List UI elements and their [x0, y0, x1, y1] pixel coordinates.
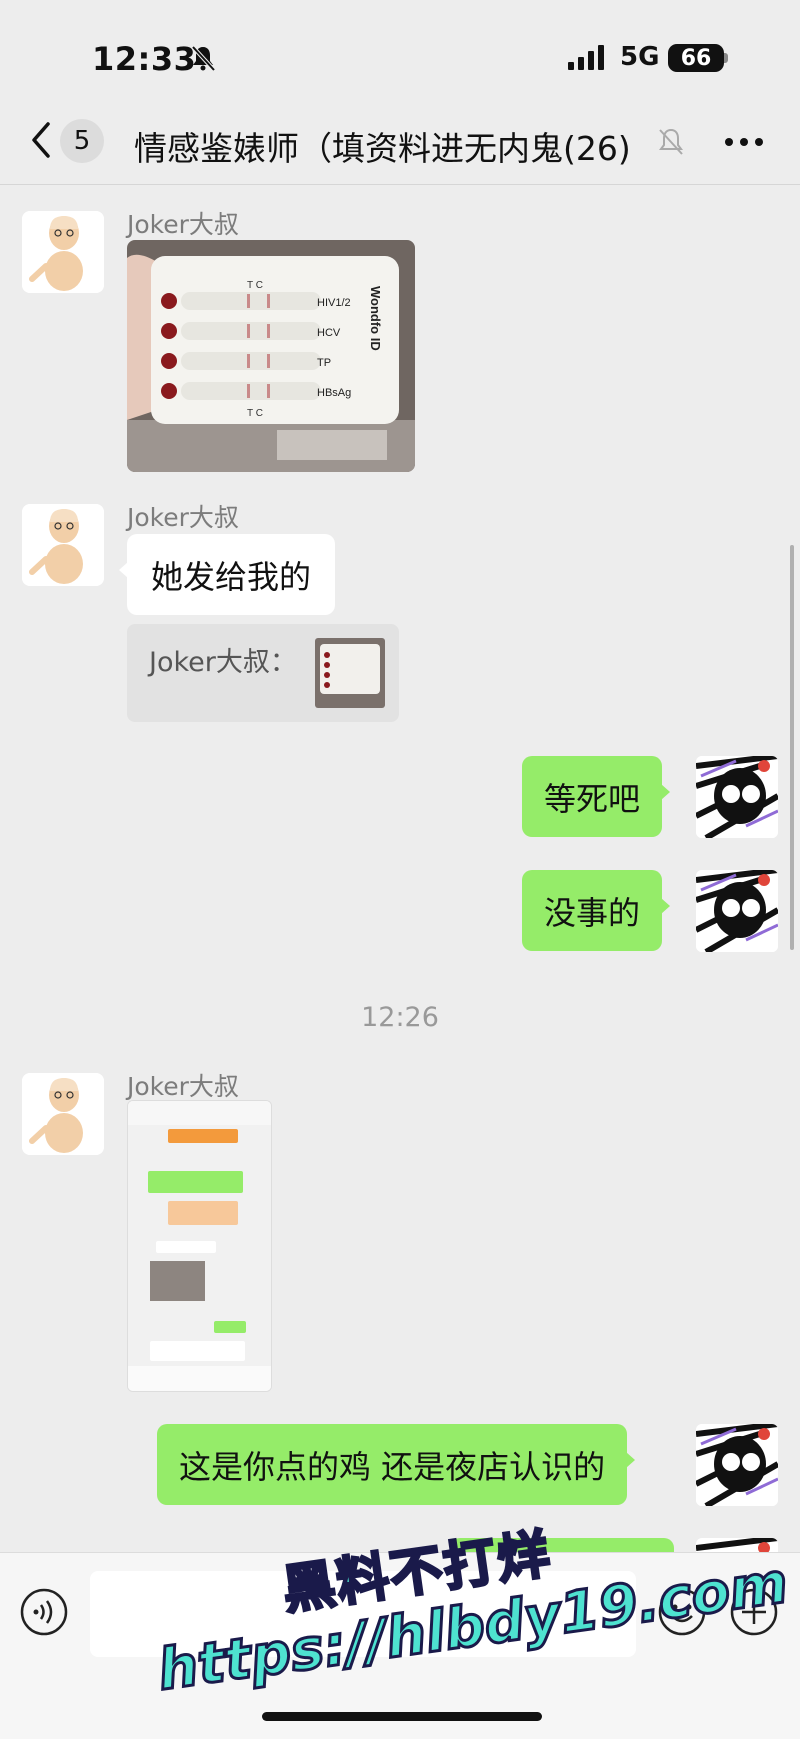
back-icon[interactable]	[26, 118, 56, 162]
bubble-tail	[119, 562, 128, 578]
tc-top-label: T C	[247, 280, 263, 291]
joker-avatar-icon	[22, 504, 104, 586]
test-row-label: HBsAg	[317, 387, 351, 399]
message-text: 她发给我的	[151, 557, 312, 596]
chat-header: 5 情感鉴婊师（填资料进无内鬼(26)	[0, 100, 800, 185]
test-row-label: HIV1/2	[317, 297, 351, 309]
joker-avatar-icon	[22, 211, 104, 293]
more-icon[interactable]	[724, 136, 764, 148]
avatar-self[interactable]	[696, 756, 778, 838]
signal-icon	[568, 45, 604, 70]
voice-icon[interactable]	[20, 1588, 68, 1636]
test-card-image: T C HIV1/2 HCV TP HBsAg T C Wondfo ID	[127, 240, 415, 472]
group-name: 情感鉴婊师（填资料进无内鬼	[134, 129, 563, 168]
message-bubble[interactable]: 她发给我的	[119, 534, 336, 615]
screenshot-content	[128, 1101, 271, 1391]
network-type: 5G	[620, 42, 660, 72]
joker-avatar-icon	[22, 1073, 104, 1155]
chat-screenshot-image[interactable]	[127, 1100, 272, 1392]
member-count: (26)	[563, 129, 631, 168]
test-row-label: TP	[317, 357, 331, 369]
bubble-tail	[661, 784, 671, 800]
quote-label: Joker大叔：	[149, 647, 297, 678]
battery-tip	[724, 53, 728, 63]
scrollbar[interactable]	[790, 545, 794, 950]
test-row-label: HCV	[317, 327, 341, 339]
quote-thumbnail	[315, 638, 385, 708]
message-text: 没事的	[544, 893, 641, 932]
unread-badge[interactable]: 5	[60, 119, 104, 163]
sender-name: Joker大叔	[127, 503, 239, 532]
tc-bottom-label: T C	[247, 408, 263, 419]
bubble-tail	[661, 898, 671, 914]
avatar-joker[interactable]	[22, 1073, 104, 1155]
avatar-self[interactable]	[696, 870, 778, 952]
self-avatar-icon	[696, 756, 778, 838]
message-timestamp: 12:26	[361, 1002, 439, 1033]
brand-label: Wondfo ID	[368, 286, 383, 351]
battery-level: 66	[680, 45, 712, 71]
avatar-joker[interactable]	[22, 504, 104, 586]
chat-title: 情感鉴婊师（填资料进无内鬼(26)	[134, 122, 654, 170]
home-indicator[interactable]	[262, 1712, 542, 1721]
status-time: 12:33	[92, 40, 197, 78]
sender-name: Joker大叔	[127, 1072, 239, 1101]
message-text: 等死吧	[544, 779, 641, 818]
message-bubble[interactable]: 没事的	[522, 870, 671, 951]
mute-bell-icon	[659, 128, 683, 155]
test-card-photo[interactable]: T C HIV1/2 HCV TP HBsAg T C Wondfo ID	[127, 240, 415, 472]
avatar-joker[interactable]	[22, 211, 104, 293]
thumbnail-image	[315, 638, 385, 708]
bell-off-icon	[191, 45, 216, 72]
status-bar: 12:33 5G 66	[0, 0, 800, 110]
quoted-message[interactable]: Joker大叔：	[127, 624, 399, 722]
self-avatar-icon	[696, 870, 778, 952]
message-text: 这是你点的鸡 还是夜店认识的	[179, 1447, 606, 1486]
sender-name: Joker大叔	[127, 210, 239, 239]
message-bubble[interactable]: 等死吧	[522, 756, 671, 837]
bubble-tail	[626, 1452, 636, 1468]
battery-indicator: 66	[668, 44, 724, 72]
